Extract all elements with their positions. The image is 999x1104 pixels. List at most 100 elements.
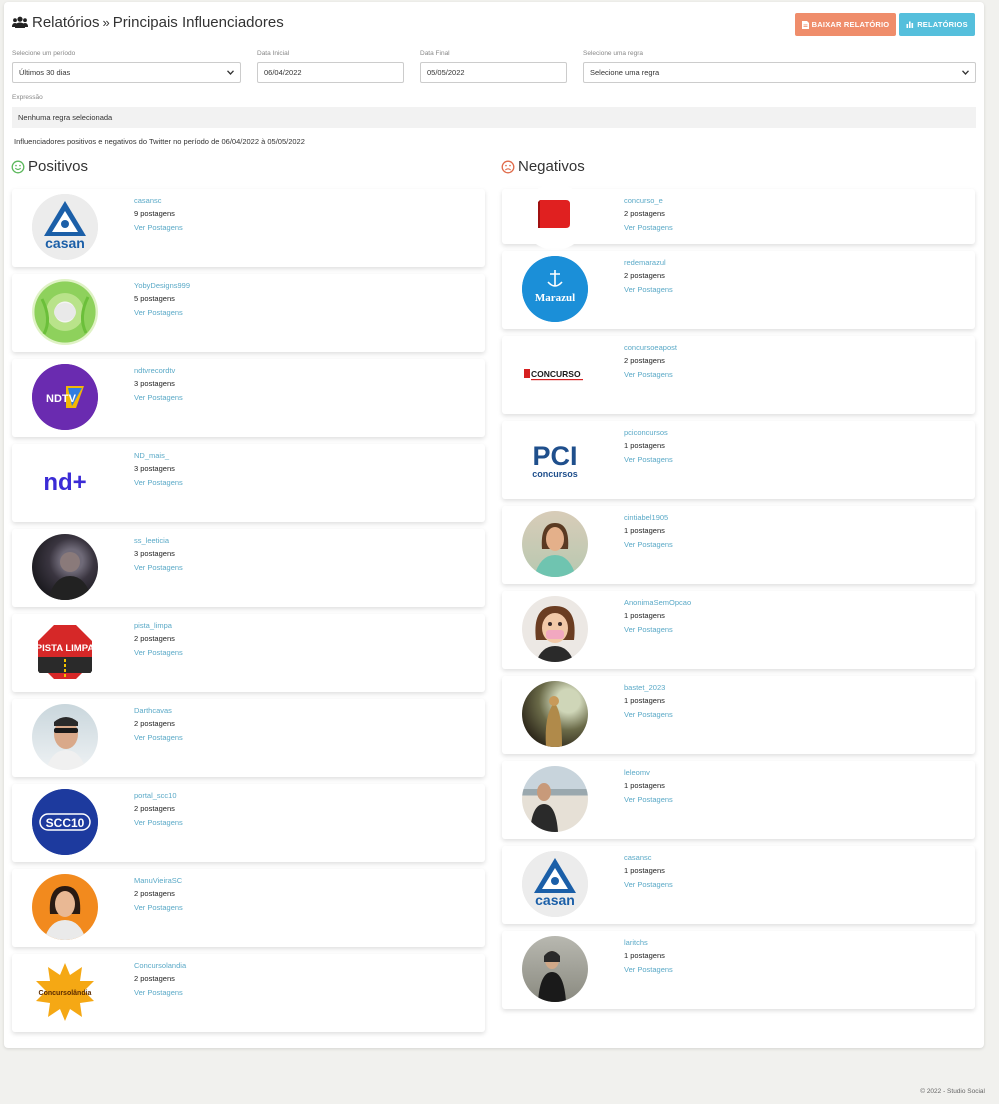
avatar xyxy=(522,681,588,747)
avatar: CONCURSO xyxy=(522,341,588,407)
influencer-username[interactable]: ndtvrecordtv xyxy=(134,364,183,377)
influencer-card: ManuVieiraSC 2 postagens Ver Postagens xyxy=(12,869,485,947)
influencer-post-count: 2 postagens xyxy=(624,356,665,365)
person-photo-icon xyxy=(48,552,92,600)
title-section: Relatórios xyxy=(32,14,100,31)
users-icon xyxy=(12,16,28,28)
file-pdf-icon xyxy=(801,20,809,29)
influencer-username[interactable]: casansc xyxy=(624,851,673,864)
view-posts-link[interactable]: Ver Postagens xyxy=(134,561,183,574)
influencer-post-count: 3 postagens xyxy=(134,549,175,558)
view-posts-link[interactable]: Ver Postagens xyxy=(134,731,183,744)
view-posts-link[interactable]: Ver Postagens xyxy=(624,453,673,466)
influencer-post-count: 5 postagens xyxy=(134,294,175,303)
influencer-username[interactable]: Concursolandia xyxy=(134,959,186,972)
influencer-username[interactable]: cintiabel1905 xyxy=(624,511,673,524)
ndtv-logo-icon: NDTV xyxy=(32,364,98,430)
influencer-username[interactable]: pista_limpa xyxy=(134,619,183,632)
view-posts-link[interactable]: Ver Postagens xyxy=(624,221,673,234)
svg-text:nd+: nd+ xyxy=(43,469,86,496)
influencer-card: laritchs 1 postagens Ver Postagens xyxy=(502,931,975,1009)
influencer-username[interactable]: laritchs xyxy=(624,936,673,949)
influencer-username[interactable]: bastet_2023 xyxy=(624,681,673,694)
rule-label: Selecione uma regra xyxy=(583,50,643,57)
influencer-username[interactable]: Darthcavas xyxy=(134,704,183,717)
scc10-logo-icon: SCC10 xyxy=(32,789,98,855)
influencer-username[interactable]: leleomv xyxy=(624,766,673,779)
period-value: Últimos 30 dias xyxy=(19,68,71,77)
view-posts-link[interactable]: Ver Postagens xyxy=(624,878,673,891)
start-date-value: 06/04/2022 xyxy=(264,68,302,77)
avatar: Concursolândia xyxy=(32,959,98,1025)
avatar: nd+ xyxy=(32,449,98,515)
influencer-username[interactable]: ss_leeticia xyxy=(134,534,183,547)
influencer-username[interactable]: YobyDesigns999 xyxy=(134,279,190,292)
expression-value: Nenhuma regra selecionada xyxy=(18,113,113,122)
positive-heading-label: Positivos xyxy=(28,158,89,175)
avatar: SCC10 xyxy=(32,789,98,855)
avatar xyxy=(522,511,588,577)
view-posts-link[interactable]: Ver Postagens xyxy=(134,476,183,489)
expression-label: Expressão xyxy=(12,94,43,101)
positive-heading: Positivos xyxy=(11,158,88,175)
start-date-label: Data Inicial xyxy=(257,50,290,57)
influencer-post-count: 2 postagens xyxy=(624,271,665,280)
influencer-username[interactable]: portal_scc10 xyxy=(134,789,183,802)
view-posts-link[interactable]: Ver Postagens xyxy=(134,816,183,829)
view-posts-link[interactable]: Ver Postagens xyxy=(134,986,186,999)
avatar xyxy=(522,184,588,250)
reports-button[interactable]: RELATÓRIOS xyxy=(899,13,975,36)
influencer-post-count: 2 postagens xyxy=(134,719,175,728)
view-posts-link[interactable]: Ver Postagens xyxy=(134,901,183,914)
influencer-username[interactable]: ND_mais_ xyxy=(134,449,183,462)
period-description: Influenciadores positivos e negativos do… xyxy=(14,137,305,146)
influencer-card: Concursolândia Concursolandia 2 postagen… xyxy=(12,954,485,1032)
influencer-info: casansc 9 postagens Ver Postagens xyxy=(134,194,183,234)
view-posts-link[interactable]: Ver Postagens xyxy=(624,708,673,721)
influencer-card: PCI concursos pciconcursos 1 postagens V… xyxy=(502,421,975,499)
view-posts-link[interactable]: Ver Postagens xyxy=(134,221,183,234)
period-select[interactable]: Últimos 30 dias xyxy=(12,62,241,83)
view-posts-link[interactable]: Ver Postagens xyxy=(624,963,673,976)
influencer-post-count: 1 postagens xyxy=(624,866,665,875)
influencer-card: leleomv 1 postagens Ver Postagens xyxy=(502,761,975,839)
influencer-info: leleomv 1 postagens Ver Postagens xyxy=(624,766,673,806)
view-posts-link[interactable]: Ver Postagens xyxy=(624,538,673,551)
view-posts-link[interactable]: Ver Postagens xyxy=(624,793,673,806)
view-posts-link[interactable]: Ver Postagens xyxy=(134,391,183,404)
person-photo-icon xyxy=(44,886,86,940)
influencer-card: ss_leeticia 3 postagens Ver Postagens xyxy=(12,529,485,607)
influencer-username[interactable]: ManuVieiraSC xyxy=(134,874,183,887)
influencer-post-count: 2 postagens xyxy=(134,889,175,898)
influencer-card: YobyDesigns999 5 postagens Ver Postagens xyxy=(12,274,485,352)
avatar: casan xyxy=(32,194,98,260)
avatar: NDTV xyxy=(32,364,98,430)
view-posts-link[interactable]: Ver Postagens xyxy=(624,368,677,381)
influencer-username[interactable]: pciconcursos xyxy=(624,426,673,439)
influencer-info: bastet_2023 1 postagens Ver Postagens xyxy=(624,681,673,721)
influencer-username[interactable]: casansc xyxy=(134,194,183,207)
influencer-username[interactable]: concursoeapost xyxy=(624,341,677,354)
influencer-post-count: 2 postagens xyxy=(624,209,665,218)
download-report-button[interactable]: BAIXAR RELATÓRIO xyxy=(795,13,896,36)
end-date-input[interactable]: 05/05/2022 xyxy=(420,62,567,83)
main-panel: Relatórios » Principais Influenciadores … xyxy=(4,2,984,1048)
view-posts-link[interactable]: Ver Postagens xyxy=(624,623,691,636)
casan-logo-icon: casan xyxy=(522,851,588,917)
svg-text:PCI: PCI xyxy=(532,441,577,471)
influencer-info: AnonimaSemOpcao 1 postagens Ver Postagen… xyxy=(624,596,691,636)
frown-icon xyxy=(501,160,515,173)
view-posts-link[interactable]: Ver Postagens xyxy=(134,646,183,659)
influencer-username[interactable]: AnonimaSemOpcao xyxy=(624,596,691,609)
influencer-card: casan casansc 9 postagens Ver Postagens xyxy=(12,189,485,267)
rule-select[interactable]: Selecione uma regra xyxy=(583,62,976,83)
svg-text:casan: casan xyxy=(45,235,85,251)
influencer-info: ManuVieiraSC 2 postagens Ver Postagens xyxy=(134,874,183,914)
view-posts-link[interactable]: Ver Postagens xyxy=(134,306,190,319)
view-posts-link[interactable]: Ver Postagens xyxy=(624,283,673,296)
influencer-username[interactable]: concurso_e xyxy=(624,194,673,207)
influencer-username[interactable]: redemarazul xyxy=(624,256,673,269)
influencer-card: Marazul redemarazul 2 postagens Ver Post… xyxy=(502,251,975,329)
cartoon-avatar-icon xyxy=(535,606,575,662)
start-date-input[interactable]: 06/04/2022 xyxy=(257,62,404,83)
